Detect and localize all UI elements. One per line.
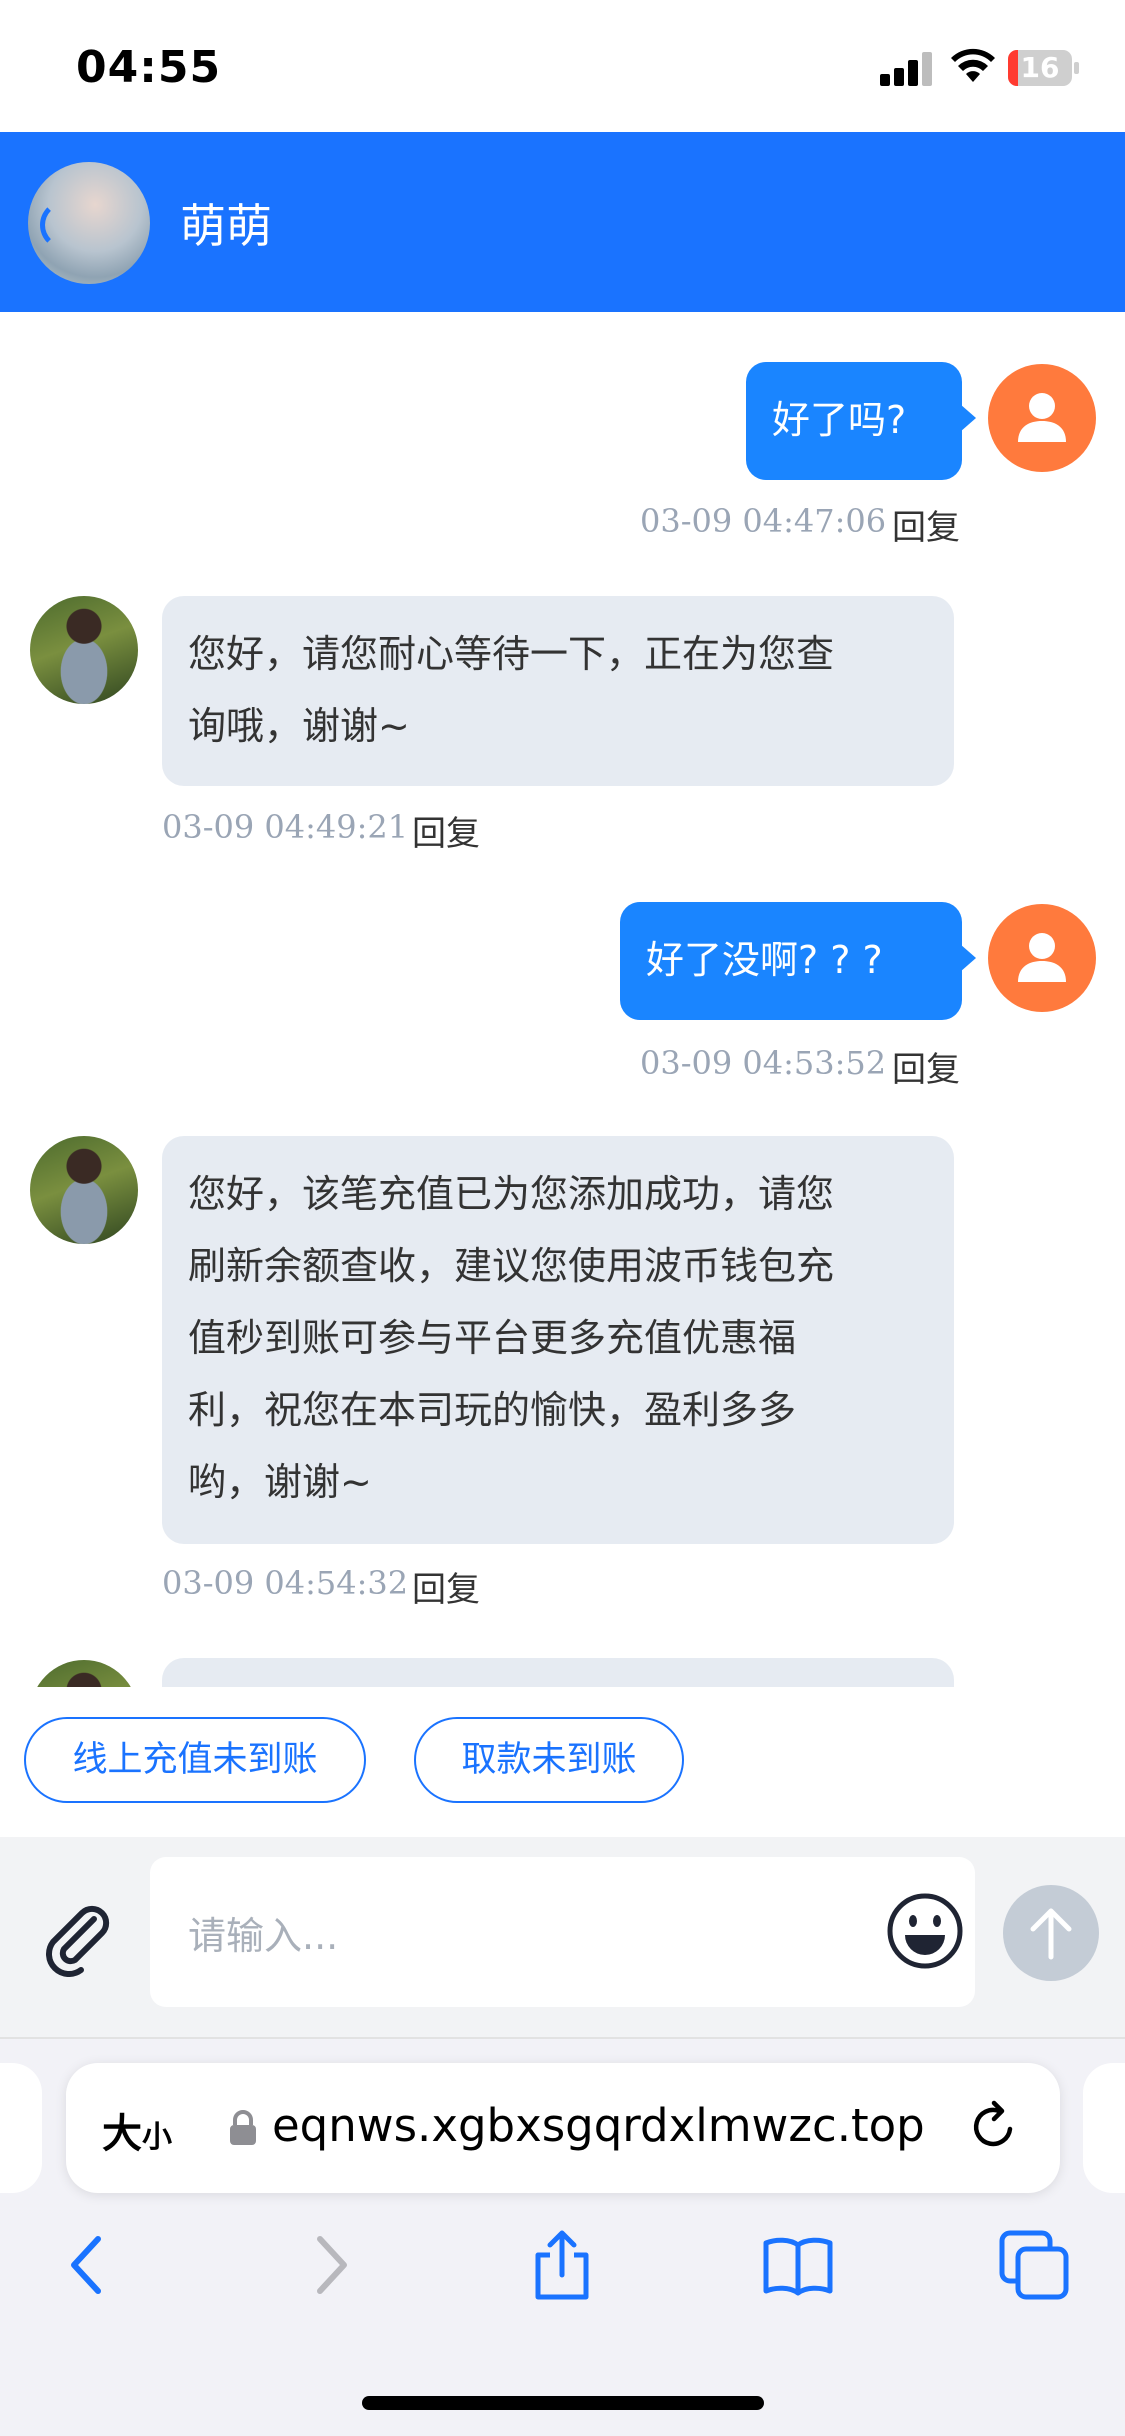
tabs-icon[interactable] [998,2229,1070,2301]
message-bubble-outgoing[interactable]: 好了吗? [746,362,976,480]
person-icon [1018,393,1066,442]
message-bubble-incoming[interactable]: 您好，该笔充值已为您添加成功，请您 刷新余额查收，建议您使用波币钱包充 值秒到账… [162,1136,954,1544]
book-icon[interactable] [762,2229,834,2301]
message-text: 好了没啊? ? ? [646,938,883,982]
text-size-button[interactable]: 大小 [102,2101,172,2159]
agent-avatar [30,1660,138,1687]
message-input[interactable]: 请输入... [150,1857,975,2007]
address-bar[interactable]: 大小 eqnws.xgbxsgqrdxlmwzc.top [66,2063,1060,2193]
quick-reply-deposit-missing[interactable]: 线上充值未到账 [24,1717,366,1803]
send-button[interactable] [1003,1885,1099,1981]
status-bar: 04:55 16 [0,0,1125,132]
reply-button[interactable]: 回复 [892,1042,960,1091]
person-icon [1018,933,1066,982]
reload-icon[interactable] [966,2099,1022,2155]
message-line: 询哦，谢谢~ [188,704,410,748]
message-line: 刷新余额查收，建议您使用波币钱包充 [188,1244,835,1288]
user-avatar [988,904,1096,1012]
message-line: 您好，该笔充值已为您添加成功，请您 [188,1172,835,1216]
input-placeholder: 请输入... [188,1914,339,1958]
browser-toolbar: 大小 eqnws.xgbxsgqrdxlmwzc.top [0,2039,1125,2436]
message-timestamp: 03-09 04:54:32 [162,1564,409,1602]
battery-level: 16 [1020,51,1060,84]
chat-header: 萌萌 [0,132,1125,312]
message-bubble-incoming[interactable] [162,1658,954,1687]
battery-icon: 16 [1008,50,1080,86]
message-line: 您好，请您耐心等待一下，正在为您查 [188,632,835,676]
next-tab-peek[interactable] [1083,2063,1125,2193]
composer-bar: 请输入... [0,1837,1125,2039]
home-indicator[interactable] [362,2396,764,2410]
reply-button[interactable]: 回复 [412,806,480,855]
agent-avatar [30,596,138,704]
message-timestamp: 03-09 04:53:52 [640,1044,887,1082]
message-line: 值秒到账可参与平台更多充值优惠福 [188,1316,797,1360]
message-bubble-outgoing[interactable]: 好了没啊? ? ? [620,902,976,1020]
paperclip-icon[interactable] [36,1897,116,1977]
agent-avatar [30,1136,138,1244]
quick-reply-withdrawal-missing[interactable]: 取款未到账 [414,1717,684,1803]
url-text[interactable]: eqnws.xgbxsgqrdxlmwzc.top [272,2099,1002,2152]
cellular-signal-icon [880,52,932,86]
text-size-small: 小 [142,2120,172,2155]
reply-button[interactable]: 回复 [892,500,960,549]
reply-button[interactable]: 回复 [412,1562,480,1611]
status-time: 04:55 [76,42,222,93]
message-line: 哟，谢谢~ [188,1460,372,1504]
lock-icon [230,2110,256,2145]
share-icon[interactable] [526,2229,598,2301]
contact-avatar[interactable] [28,162,150,284]
arrow-up-icon [1030,1908,1072,1960]
quick-reply-bar: 线上充值未到账 取款未到账 [0,1687,1125,1837]
text-size-large: 大 [102,2111,142,2157]
wifi-icon [951,48,995,82]
message-text: 好了吗? [772,398,907,442]
contact-name: 萌萌 [180,199,272,253]
chevron-right-icon[interactable] [294,2229,366,2301]
smiley-icon[interactable] [885,1891,965,1971]
user-avatar [988,364,1096,472]
message-list[interactable]: 好了吗? 03-09 04:47:06 回复 您好，请您耐心等待一下，正在为您查… [0,312,1125,1687]
loading-spinner-icon [40,200,90,250]
message-timestamp: 03-09 04:47:06 [640,502,887,540]
message-timestamp: 03-09 04:49:21 [162,808,409,846]
message-bubble-incoming[interactable]: 您好，请您耐心等待一下，正在为您查 询哦，谢谢~ [162,596,954,786]
message-line: 利，祝您在本司玩的愉快，盈利多多 [188,1388,797,1432]
previous-tab-peek[interactable] [0,2063,42,2193]
chevron-left-icon[interactable] [52,2229,124,2301]
